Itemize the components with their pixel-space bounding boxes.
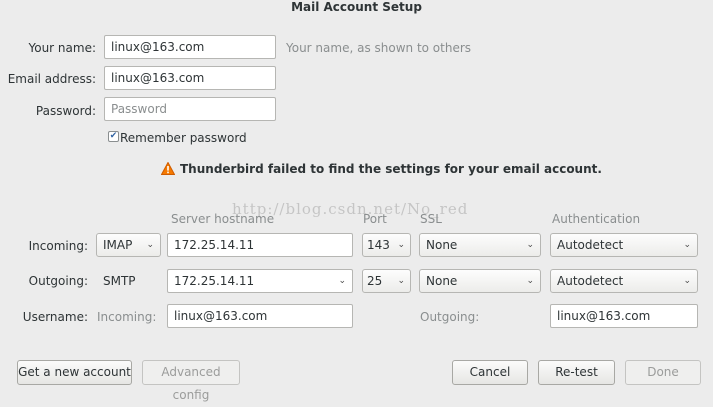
- name-hint: Your name, as shown to others: [286, 41, 472, 55]
- outgoing-port-value: 25: [367, 274, 383, 288]
- outgoing-protocol: SMTP: [103, 274, 136, 288]
- chevron-down-icon: ⌄: [526, 276, 534, 286]
- username-label: Username:: [22, 310, 88, 324]
- incoming-port-combo[interactable]: 143 ⌄: [362, 233, 411, 257]
- incoming-ssl-value: None: [426, 238, 458, 252]
- remember-password-checkbox[interactable]: ✔: [108, 131, 119, 142]
- password-label: Password:: [35, 104, 96, 118]
- outgoing-auth-value: Autodetect: [557, 274, 624, 288]
- incoming-ssl-select[interactable]: None ⌄: [419, 233, 541, 257]
- outgoing-username-input[interactable]: linux@163.com: [550, 304, 698, 328]
- chevron-down-icon: ⌄: [683, 240, 691, 250]
- chevron-down-icon[interactable]: ⌄: [338, 270, 346, 292]
- name-input[interactable]: linux@163.com: [104, 35, 276, 59]
- password-input[interactable]: Password: [104, 97, 276, 121]
- outgoing-hostname-value: 172.25.14.11: [174, 274, 255, 288]
- username-incoming-label: Incoming:: [97, 310, 157, 324]
- cancel-button[interactable]: Cancel: [452, 360, 528, 385]
- header-ssl: SSL: [420, 212, 442, 226]
- done-button[interactable]: Done: [625, 360, 701, 385]
- chevron-down-icon: ⌄: [526, 240, 534, 250]
- email-input[interactable]: linux@163.com: [104, 66, 276, 90]
- chevron-down-icon: ⌄: [146, 240, 154, 250]
- window-title: Mail Account Setup: [291, 0, 422, 14]
- email-label: Email address:: [7, 72, 96, 86]
- incoming-protocol-select[interactable]: IMAP ⌄: [96, 233, 161, 257]
- incoming-username-input[interactable]: linux@163.com: [167, 304, 353, 328]
- chevron-down-icon: ⌄: [397, 240, 405, 250]
- chevron-down-icon: ⌄: [683, 276, 691, 286]
- advanced-config-button[interactable]: Advanced config: [142, 360, 240, 402]
- warning-triangle-icon: [161, 162, 175, 175]
- outgoing-ssl-value: None: [426, 274, 458, 288]
- incoming-hostname-input[interactable]: 172.25.14.11: [167, 233, 353, 257]
- incoming-protocol-value: IMAP: [103, 238, 133, 252]
- outgoing-label: Outgoing:: [28, 274, 88, 288]
- warning-message: Thunderbird failed to find the settings …: [180, 162, 602, 176]
- name-label: Your name:: [28, 41, 96, 55]
- header-server-hostname: Server hostname: [171, 212, 275, 226]
- outgoing-ssl-select[interactable]: None ⌄: [419, 269, 541, 293]
- header-authentication: Authentication: [552, 212, 641, 226]
- retest-button[interactable]: Re-test: [538, 360, 615, 385]
- outgoing-port-combo[interactable]: 25 ⌄: [362, 269, 411, 293]
- username-outgoing-label: Outgoing:: [420, 310, 480, 324]
- chevron-down-icon: ⌄: [397, 276, 405, 286]
- incoming-auth-select[interactable]: Autodetect ⌄: [550, 233, 698, 257]
- get-new-account-button[interactable]: Get a new account: [17, 360, 132, 385]
- header-port: Port: [363, 212, 387, 226]
- incoming-label: Incoming:: [28, 239, 88, 253]
- remember-password-label[interactable]: Remember password: [120, 131, 247, 145]
- incoming-auth-value: Autodetect: [557, 238, 624, 252]
- incoming-port-value: 143: [367, 238, 390, 252]
- outgoing-auth-select[interactable]: Autodetect ⌄: [550, 269, 698, 293]
- outgoing-hostname-combo[interactable]: 172.25.14.11 ⌄: [167, 269, 353, 293]
